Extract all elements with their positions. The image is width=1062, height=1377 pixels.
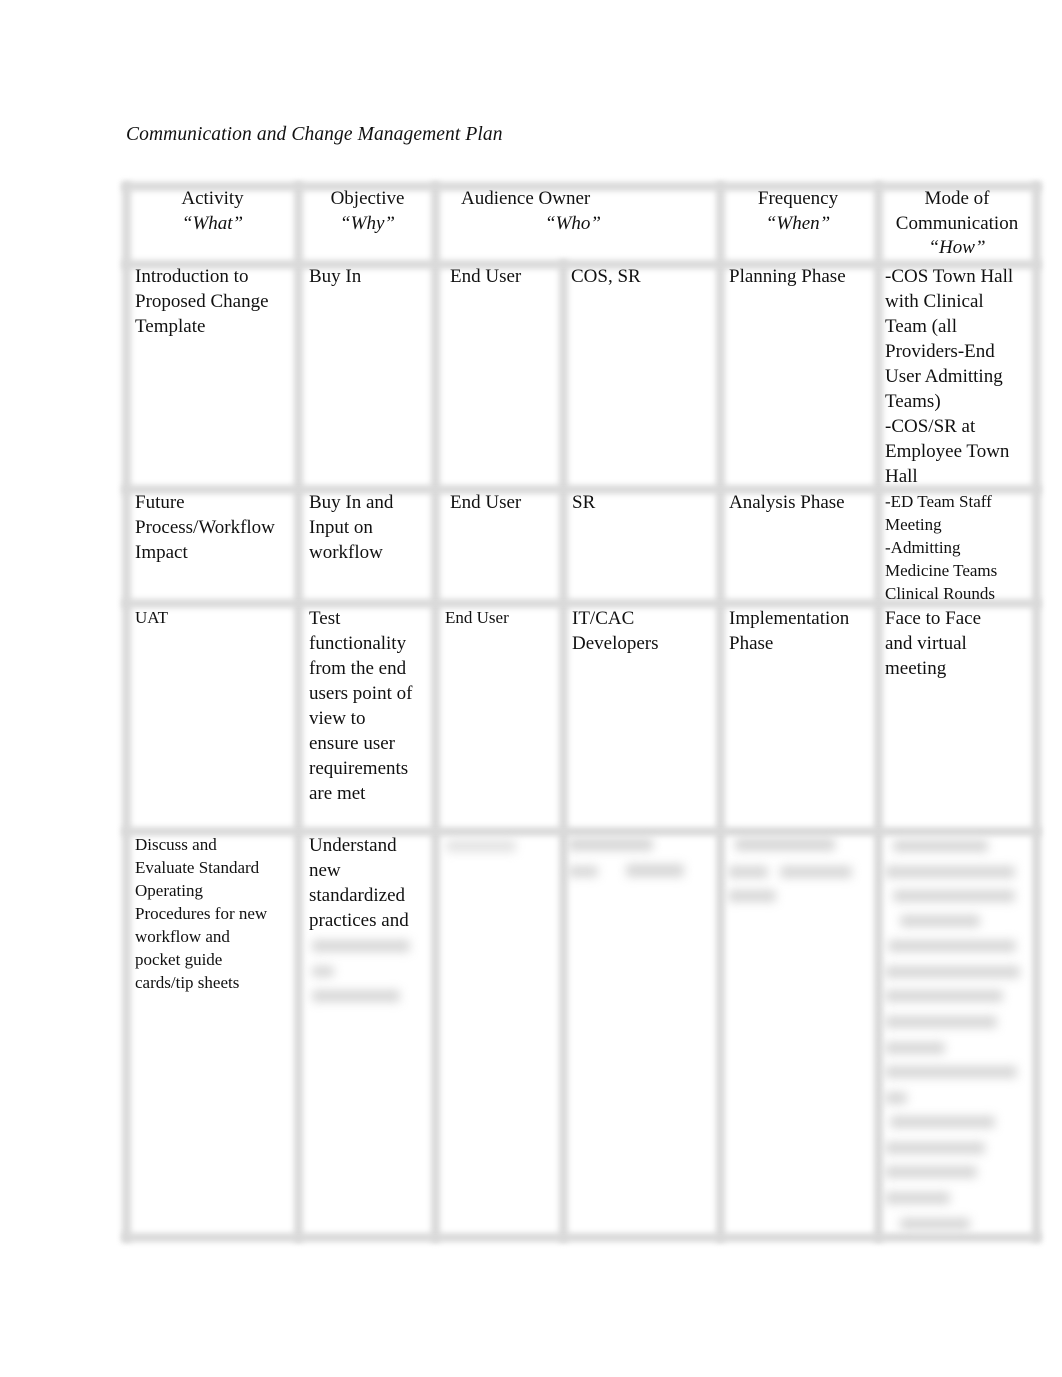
header-activity-label: Activity [181, 188, 244, 209]
cell-owner: COS, SR [571, 266, 641, 287]
table-border-left [122, 182, 131, 1242]
cell-audience: End User [450, 266, 522, 287]
cell-frequency: Planning Phase [729, 266, 846, 287]
cell-activity: Introduction to Proposed Change Template [135, 266, 269, 337]
header-activity: Activity “What” [135, 187, 290, 236]
cell-activity: Discuss and Evaluate Standard Operating … [135, 835, 268, 992]
cell-owner: SR [572, 492, 596, 513]
column-divider [294, 182, 303, 1242]
header-frequency: Frequency “When” [724, 187, 872, 236]
header-frequency-sub: “When” [765, 212, 831, 234]
cell-mode: -COS Town Hall with Clinical Team (all P… [885, 266, 1014, 487]
cell-mode: -ED Team Staff Meeting -Admitting Medici… [885, 492, 998, 603]
header-audience-owner: Audience Owner “Who” [444, 187, 714, 236]
cell-audience: End User [450, 492, 522, 513]
cell-mode: Face to Face and virtual meeting [885, 608, 982, 679]
header-objective-sub: “Why” [340, 212, 395, 234]
cell-objective: Buy In [309, 266, 362, 287]
cell-objective: Test functionality from the end users po… [309, 608, 413, 804]
header-audience-owner-sub: “Who” [545, 212, 601, 234]
cell-frequency: Analysis Phase [729, 492, 845, 513]
header-objective: Objective “Why” [305, 187, 430, 236]
header-audience-owner-label: Audience Owner [461, 188, 591, 209]
cell-activity: UAT [135, 608, 169, 627]
header-frequency-label: Frequency [757, 188, 839, 209]
column-divider [874, 182, 883, 1242]
header-mode-label: Mode of Communication [895, 188, 1019, 234]
cell-frequency: Implementation Phase [729, 608, 850, 654]
header-objective-label: Objective [330, 188, 405, 209]
header-mode: Mode of Communication “How” [882, 187, 1032, 261]
cell-owner: IT/CAC Developers [572, 608, 659, 654]
cell-activity: Future Process/Workflow Impact [135, 492, 275, 563]
column-divider [716, 182, 725, 1242]
document-title: Communication and Change Management Plan [126, 124, 503, 145]
cell-audience: End User [445, 608, 509, 627]
cell-objective: Understand new standardized practices an… [309, 835, 409, 931]
column-divider [559, 260, 568, 1242]
header-mode-sub: “How” [928, 237, 986, 258]
cell-objective: Buy In and Input on workflow [309, 492, 394, 563]
table-border-bottom [122, 1233, 1041, 1242]
header-activity-sub: “What” [181, 212, 244, 234]
